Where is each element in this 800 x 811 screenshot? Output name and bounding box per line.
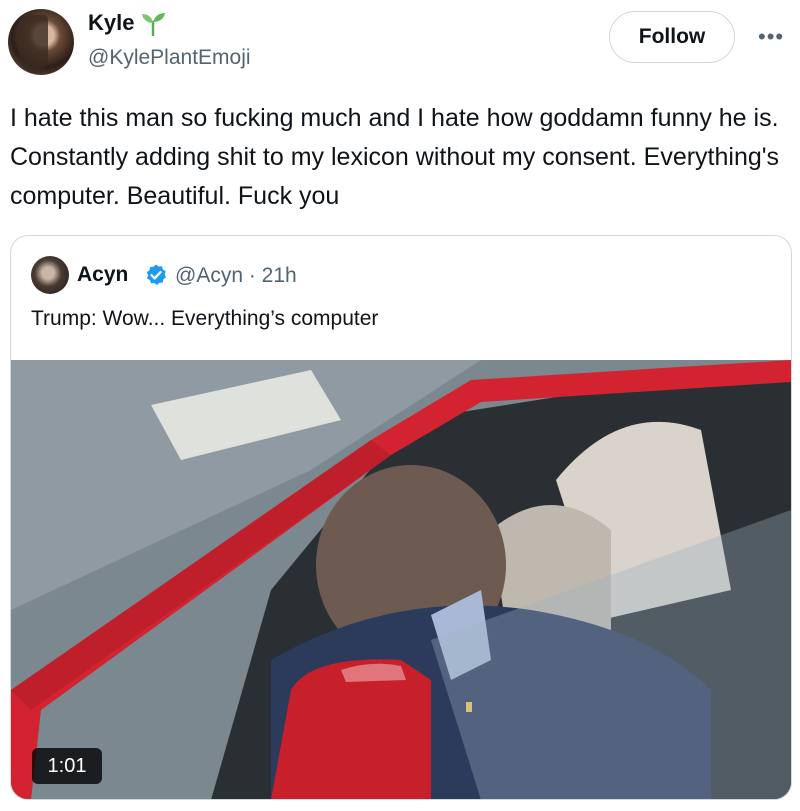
video-thumbnail [11, 360, 791, 799]
quoted-author-name[interactable]: Acyn [77, 263, 128, 287]
quoted-author-avatar[interactable] [31, 256, 69, 294]
tweet-text: I hate this man so fucking much and I ha… [10, 104, 780, 210]
quoted-author-handle-time[interactable]: @Acyn · 21h [175, 264, 297, 288]
quoted-tweet-text: Trump: Wow... Everything’s computer [31, 307, 379, 330]
more-icon[interactable]: ••• [758, 24, 784, 50]
video-duration-badge: 1:01 [32, 748, 102, 784]
video-player[interactable]: 1:01 [11, 360, 791, 799]
quoted-tweet-card[interactable]: Acyn @Acyn · 21h Trump: Wow... Everythin… [10, 235, 792, 800]
sprout-icon [142, 13, 166, 36]
author-name-text: Kyle [88, 10, 135, 35]
author-name[interactable]: Kyle [88, 10, 166, 36]
follow-button[interactable]: Follow [609, 11, 735, 63]
author-avatar[interactable] [8, 9, 74, 75]
author-handle[interactable]: @KylePlantEmoji [88, 46, 251, 70]
verified-icon [146, 264, 166, 285]
